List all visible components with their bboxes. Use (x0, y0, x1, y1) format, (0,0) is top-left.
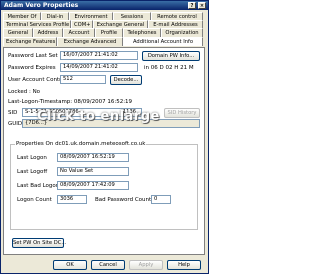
pwd-expires-label: Password Expires (8, 65, 56, 71)
uac-label: User Account Control (8, 77, 67, 83)
cancel-button[interactable]: Cancel (91, 260, 125, 270)
last-bad-logon-label: Last Bad Logon (17, 183, 60, 189)
tab-row-4: Exchange Features Exchange Advanced Addi… (3, 37, 203, 46)
pwd-last-set-field[interactable]: 16/07/2007 21:41:02 (60, 51, 138, 60)
help-button[interactable]: Help (167, 260, 201, 270)
bad-password-count-label: Bad Password Count (95, 197, 152, 203)
guid-label: GUID (8, 121, 23, 127)
tab-exchange-features[interactable]: Exchange Features (3, 37, 57, 46)
ok-button[interactable]: OK (53, 260, 87, 270)
decode-button[interactable]: Decode... (110, 75, 142, 85)
window-title: Adam Vero Properties (4, 2, 79, 9)
logon-count-field[interactable]: 3036 (57, 195, 87, 204)
dc-properties-title: Properties On dc01.uk.domain.meteosoft.c… (15, 141, 147, 147)
tab-additional-account-info[interactable]: Additional Account Info (123, 37, 203, 46)
dc-properties-group: Properties On dc01.uk.domain.meteosoft.c… (10, 141, 198, 230)
close-icon[interactable]: × (198, 2, 206, 9)
last-logoff-label: Last Logoff (17, 169, 48, 175)
set-pw-on-site-dc-button[interactable]: Set PW On Site DC... (12, 238, 66, 248)
tab-organization[interactable]: Organization (161, 28, 203, 37)
uac-field[interactable]: 512 (60, 75, 106, 84)
tab-exchange-advanced[interactable]: Exchange Advanced (57, 37, 123, 46)
apply-button[interactable]: Apply (129, 260, 163, 270)
sid-history-button[interactable]: SID History (164, 108, 200, 118)
watermark: Click to enlarge (37, 109, 160, 124)
logon-count-label: Logon Count (17, 197, 52, 203)
tab-telephones[interactable]: Telephones (123, 28, 161, 37)
tab-row-3: General Address Account Profile Telephon… (3, 28, 203, 37)
tab-address[interactable]: Address (33, 28, 63, 37)
properties-dialog: Adam Vero Properties ? × Member Of Dial-… (0, 0, 209, 274)
tab-general[interactable]: General (3, 28, 33, 37)
bad-password-count-field[interactable]: 0 (151, 195, 171, 204)
last-logon-label: Last Logon (17, 155, 47, 161)
domain-pw-info-button[interactable]: Domain PW Info... (142, 51, 200, 61)
sid-label: SID (8, 110, 18, 116)
tab-panel: Password Last Set 16/07/2007 21:41:02 Do… (3, 47, 205, 255)
last-bad-logon-field[interactable]: 08/09/2007 17:42:09 (57, 181, 129, 190)
locked-status: Locked : No (8, 89, 41, 95)
help-title-button[interactable]: ? (188, 2, 196, 9)
tab-account[interactable]: Account (63, 28, 95, 37)
title-bar: Adam Vero Properties ? × (1, 1, 208, 10)
last-logon-timestamp: Last-Logon-Timestamp: 08/09/2007 16:52:1… (8, 99, 133, 105)
pwd-expires-remaining: in 06 D 02 H 21 M (144, 65, 194, 71)
pwd-last-set-label: Password Last Set (8, 53, 58, 59)
pwd-expires-field[interactable]: 14/09/2007 21:41:02 (60, 63, 138, 72)
tab-profile[interactable]: Profile (95, 28, 123, 37)
last-logon-field[interactable]: 08/09/2007 16:52:19 (57, 153, 129, 162)
last-logoff-field[interactable]: No Value Set (57, 167, 129, 176)
